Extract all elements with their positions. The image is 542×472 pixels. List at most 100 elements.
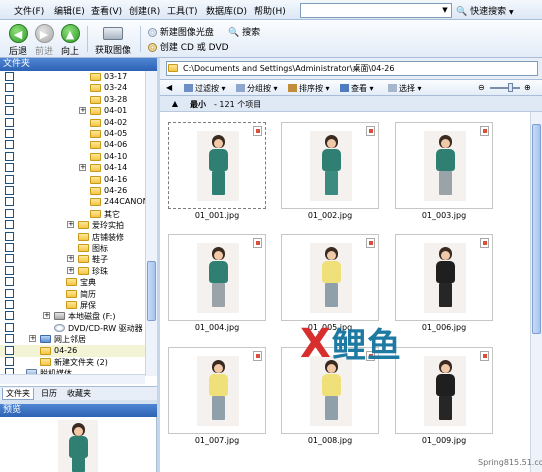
- tree-checkbox[interactable]: [5, 300, 14, 309]
- expand-icon[interactable]: +: [29, 335, 36, 343]
- forward-button[interactable]: ▶ 前进: [32, 24, 56, 57]
- tree-checkbox[interactable]: [5, 106, 14, 116]
- tree-checkbox[interactable]: [5, 311, 14, 321]
- tree-item[interactable]: 244CANON: [0, 196, 149, 208]
- tree-checkbox[interactable]: [5, 174, 14, 184]
- tree-item[interactable]: 04-02: [0, 117, 145, 129]
- tree-item[interactable]: 其它: [0, 208, 145, 220]
- tree-checkbox[interactable]: [5, 231, 14, 241]
- expand-icon[interactable]: +: [67, 221, 74, 229]
- tree-item[interactable]: +04-01: [0, 105, 145, 117]
- menu-help[interactable]: 帮助(H): [254, 4, 286, 17]
- tree-vertical-scrollbar[interactable]: [145, 71, 157, 376]
- menu-database[interactable]: 数据库(D): [206, 4, 247, 17]
- tree-item[interactable]: 简历: [0, 288, 145, 300]
- tree-checkbox[interactable]: [5, 220, 14, 230]
- thumbnail-filename[interactable]: 01_001.jpg: [168, 211, 266, 220]
- tab-folders[interactable]: 文件夹: [2, 388, 34, 400]
- tree-checkbox[interactable]: [5, 243, 14, 252]
- tree-checkbox[interactable]: [5, 140, 14, 150]
- expand-icon[interactable]: +: [67, 255, 74, 263]
- quick-search-button[interactable]: 🔍 快速搜索 ▼: [456, 4, 514, 17]
- thumbnail-filename[interactable]: 01_004.jpg: [168, 323, 266, 332]
- thumbnail-filename[interactable]: 01_006.jpg: [395, 323, 493, 332]
- collapse-up-icon[interactable]: ▲: [170, 99, 180, 109]
- search-button[interactable]: 🔍 搜索: [228, 25, 260, 38]
- expand-icon[interactable]: +: [79, 107, 86, 115]
- tree-item[interactable]: DVD/CD-RW 驱动器 (G: [0, 322, 155, 334]
- group-button[interactable]: 分组按 ▾: [236, 83, 278, 94]
- thumbnail-item[interactable]: [395, 234, 493, 321]
- tree-checkbox[interactable]: [5, 345, 14, 355]
- thumbnail-item[interactable]: [281, 234, 379, 321]
- tree-checkbox[interactable]: [5, 83, 14, 93]
- thumbnail-item[interactable]: [168, 234, 266, 321]
- tree-item[interactable]: 屏保: [0, 299, 145, 311]
- thumbnail-item[interactable]: [168, 347, 266, 434]
- create-cd-button[interactable]: 创建 CD 或 DVD: [148, 40, 229, 53]
- tree-item[interactable]: +04-14: [0, 162, 145, 174]
- thumbnail-item[interactable]: [395, 347, 493, 434]
- thumbnail-filename[interactable]: 01_009.jpg: [395, 436, 493, 445]
- tree-item[interactable]: 04-05: [0, 128, 145, 140]
- zoom-in-icon[interactable]: ⊕: [524, 83, 531, 92]
- menu-tools[interactable]: 工具(T): [167, 4, 198, 17]
- acquire-image-button[interactable]: 获取图像: [91, 24, 135, 56]
- tree-checkbox[interactable]: [5, 186, 14, 195]
- tree-item[interactable]: 04-26: [0, 344, 145, 357]
- back-button[interactable]: ◀ 后退: [6, 24, 30, 57]
- thumbnail-filename[interactable]: 01_003.jpg: [395, 211, 493, 220]
- tab-favorites[interactable]: 收藏夹: [64, 388, 94, 400]
- tree-checkbox[interactable]: [5, 197, 14, 207]
- thumbnail-filename[interactable]: 01_007.jpg: [168, 436, 266, 445]
- tree-item[interactable]: + 珍珠: [0, 265, 145, 277]
- thumbnail-filename[interactable]: 01_008.jpg: [281, 436, 379, 445]
- tree-checkbox[interactable]: [5, 208, 14, 218]
- scrollbar-thumb[interactable]: [532, 124, 541, 334]
- tree-item[interactable]: + 鞋子: [0, 253, 145, 265]
- tree-item[interactable]: 新建文件夹 (2): [0, 356, 145, 368]
- menu-view[interactable]: 查看(V): [91, 4, 122, 17]
- tree-item[interactable]: 04-10: [0, 151, 145, 163]
- tree-checkbox[interactable]: [5, 117, 14, 127]
- tree-item[interactable]: 04-06: [0, 139, 145, 151]
- menu-edit[interactable]: 编辑(E): [54, 4, 85, 17]
- main-vertical-scrollbar[interactable]: [530, 112, 542, 472]
- tree-horizontal-scrollbar[interactable]: [0, 374, 145, 384]
- thumbnail-item[interactable]: [168, 122, 266, 209]
- tree-checkbox[interactable]: [5, 94, 14, 104]
- tree-item[interactable]: 04-16: [0, 174, 145, 186]
- tree-checkbox[interactable]: [5, 254, 14, 264]
- menu-create[interactable]: 创建(R): [129, 4, 160, 17]
- address-field[interactable]: C:\Documents and Settings\Administrator\…: [166, 61, 538, 76]
- zoom-slider-thumb[interactable]: [508, 83, 513, 92]
- tree-item[interactable]: 03-28: [0, 94, 145, 106]
- tree-item[interactable]: 宝典: [0, 276, 145, 288]
- tree-item[interactable]: 店铺装修: [0, 231, 145, 243]
- tree-checkbox[interactable]: [5, 288, 14, 298]
- back-arrow-icon[interactable]: ◀: [166, 83, 172, 92]
- select-button[interactable]: 选择 ▾: [388, 83, 422, 94]
- tab-calendar[interactable]: 日历: [38, 388, 60, 400]
- chevron-down-icon[interactable]: ▼: [440, 5, 450, 16]
- tree-item[interactable]: 图标: [0, 242, 145, 254]
- tree-checkbox[interactable]: [5, 357, 14, 366]
- tree-item[interactable]: + 本地磁盘 (F:): [0, 310, 145, 322]
- tree-checkbox[interactable]: [5, 322, 14, 332]
- tree-checkbox[interactable]: [5, 129, 14, 138]
- tree-checkbox[interactable]: [5, 277, 14, 287]
- tree-item[interactable]: + 爱玲实拍: [0, 219, 145, 231]
- view-button[interactable]: 查看 ▾: [340, 83, 374, 94]
- tree-checkbox[interactable]: [5, 265, 14, 275]
- tree-checkbox[interactable]: [5, 334, 14, 344]
- sort-button[interactable]: 排序按 ▾: [288, 83, 330, 94]
- quick-search-input[interactable]: ▼: [300, 3, 452, 18]
- zoom-slider[interactable]: [490, 87, 520, 89]
- filter-button[interactable]: 过滤按 ▾: [184, 83, 226, 94]
- tree-checkbox[interactable]: [5, 163, 14, 173]
- expand-icon[interactable]: +: [67, 266, 74, 274]
- tree-item[interactable]: 03-24: [0, 82, 145, 94]
- scrollbar-thumb[interactable]: [147, 261, 156, 321]
- tree-item[interactable]: 04-26: [0, 185, 145, 197]
- thumbnail-item[interactable]: [281, 122, 379, 209]
